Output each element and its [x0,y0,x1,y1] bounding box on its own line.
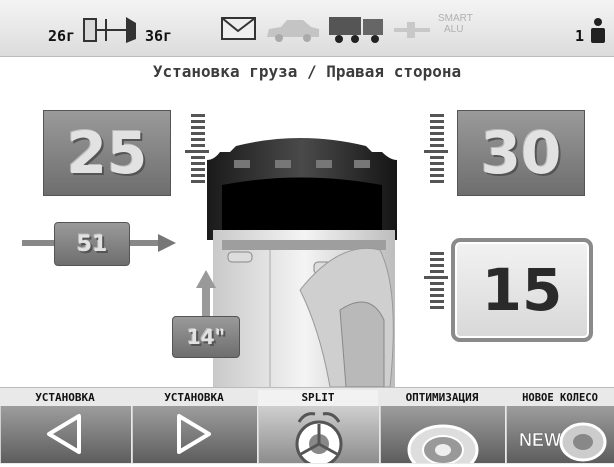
split-weight-box[interactable]: 15 [451,238,593,342]
split-button[interactable] [258,406,379,467]
envelope-icon[interactable] [221,17,257,41]
optimization-button[interactable] [380,406,505,467]
button-label-2: УСТАНОВКА [164,391,224,404]
install-right-button[interactable] [132,406,257,463]
button-label-3: SPLIT [258,390,378,406]
operator-number: 1 [575,27,585,45]
right-weight-value: 30 [480,119,562,187]
smart-label: SMART [438,13,473,24]
wheel-profile-icon [83,17,136,43]
left-weight-value: 25 [66,119,148,187]
svg-text:NEW: NEW [519,430,561,450]
left-weight-box[interactable]: 25 [43,110,171,196]
rim-diameter-box[interactable]: 14" [172,316,240,358]
button-label-5: НОВОЕ КОЛЕСО [522,392,598,404]
right-weight-box[interactable]: 30 [457,110,585,196]
button-label-4: ОПТИМИЗАЦИЯ [405,391,479,404]
optimization-wheel-icon [407,424,479,467]
rim-offset-box[interactable]: 51 [54,222,130,266]
car-icon[interactable] [263,17,321,43]
new-wheel-button[interactable]: NEW [506,406,614,463]
split-wheel-icon [295,412,343,467]
arrow-left-icon [47,414,81,454]
rim-diameter-value: 14" [186,325,226,349]
smart-alu-label: SMART ALU [438,13,473,35]
left-weight-readout: 26г [48,27,76,45]
alu-label: ALU [444,24,464,35]
new-wheel-icon: NEW [519,422,607,462]
install-left-button[interactable] [0,406,131,463]
button-label-1: УСТАНОВКА [35,391,95,404]
truck-icon[interactable] [327,13,387,45]
page-title: Установка груза / Правая сторона [152,62,462,81]
split-weight-value: 15 [481,256,563,324]
arrow-right-icon [177,414,211,454]
rim-icon[interactable] [393,20,431,40]
rim-offset-value: 51 [76,231,108,257]
right-weight-readout: 36г [145,27,173,45]
operator-icon[interactable] [588,17,608,45]
